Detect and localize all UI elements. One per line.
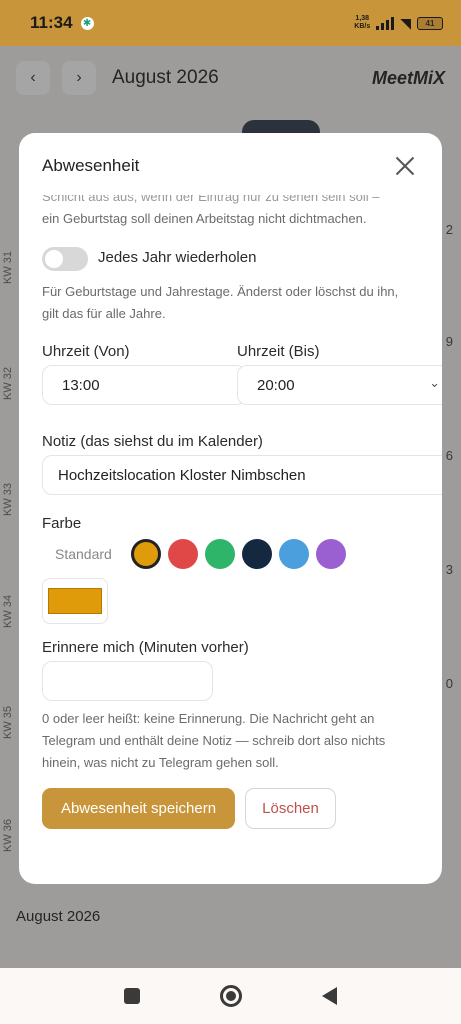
signal-icon: [376, 16, 395, 30]
back-icon[interactable]: [322, 987, 337, 1005]
delete-button[interactable]: Löschen: [245, 788, 336, 829]
dialog-title: Abwesenheit: [42, 156, 140, 175]
network-speed: 1,38 KB/s: [354, 15, 371, 30]
absence-dialog: Abwesenheit Schicht aus aus, wenn der Ei…: [19, 133, 442, 884]
status-bar: 11:34 ✱ 1,38 KB/s ◥ 41: [0, 0, 461, 46]
custom-color-preview: [48, 588, 102, 614]
reminder-minutes-input[interactable]: [42, 661, 213, 701]
repeat-yearly-label: Jedes Jahr wiederholen: [98, 249, 257, 266]
color-swatch-purple[interactable]: [316, 539, 346, 569]
color-picker: Standard: [42, 539, 353, 569]
system-nav-bar: [0, 968, 461, 1024]
battery-icon: 41: [417, 16, 443, 30]
save-absence-button[interactable]: Abwesenheit speichern: [42, 788, 235, 829]
color-swatch-red[interactable]: [168, 539, 198, 569]
time-to-label: Uhrzeit (Bis): [237, 343, 320, 360]
wifi-icon: ◥: [400, 14, 411, 31]
note-input[interactable]: Hochzeitslocation Kloster Nimbschen: [42, 455, 442, 495]
color-swatch-orange[interactable]: [131, 539, 161, 569]
toggle-knob: [45, 250, 63, 268]
status-icons: 1,38 KB/s ◥ 41: [354, 15, 443, 32]
time-from-input[interactable]: 13:00: [42, 365, 246, 405]
repeat-yearly-toggle[interactable]: [42, 247, 88, 271]
standard-color-option[interactable]: Standard: [42, 546, 131, 562]
time-from-label: Uhrzeit (Von): [42, 343, 130, 360]
custom-color-picker[interactable]: [42, 578, 108, 624]
time-to-select[interactable]: 20:00: [237, 365, 442, 405]
dialog-scroll-area[interactable]: Schicht aus aus, wenn der Eintrag nur zu…: [19, 195, 442, 884]
reminder-label: Erinnere mich (Minuten vorher): [42, 639, 249, 656]
app-notification-icon: ✱: [80, 16, 94, 30]
color-swatch-green[interactable]: [205, 539, 235, 569]
home-icon[interactable]: [220, 985, 242, 1007]
close-icon[interactable]: [394, 155, 416, 177]
chevron-down-icon: ⌄: [429, 375, 440, 390]
status-time: 11:34: [30, 13, 73, 32]
color-label: Farbe: [42, 515, 82, 532]
recents-icon[interactable]: [124, 988, 140, 1004]
color-swatch-navy[interactable]: [242, 539, 272, 569]
reminder-help-text: 0 oder leer heißt: keine Erinnerung. Die…: [42, 711, 386, 770]
note-label: Notiz (das siehst du im Kalender): [42, 433, 263, 450]
repeat-help-text: Für Geburtstage und Jahrestage. Änderst …: [42, 284, 399, 321]
intro-cut-text: Schicht aus aus, wenn der Eintrag nur zu…: [42, 195, 380, 204]
color-swatch-blue[interactable]: [279, 539, 309, 569]
intro-text: ein Geburtstag soll deinen Arbeitstag ni…: [42, 211, 367, 226]
